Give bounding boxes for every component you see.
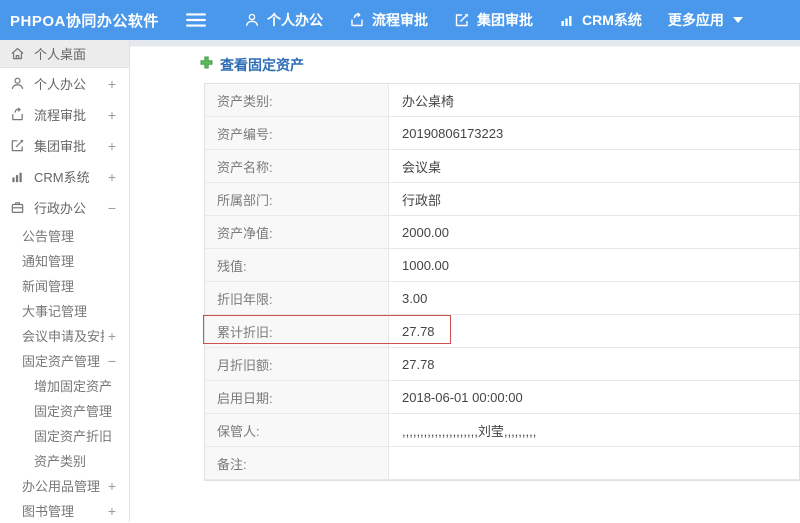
workflow-icon [349, 12, 365, 28]
field-label: 所属部门: [205, 183, 389, 215]
sidebar-item-fixed-asset-depreciation[interactable]: 固定资产折旧 [0, 423, 129, 448]
field-value: 2018-06-01 00:00:00 [402, 389, 523, 405]
field-value: 2000.00 [402, 224, 449, 240]
sidebar-item-news-mgmt[interactable]: 新闻管理 [0, 273, 129, 298]
sidebar-item-administrative-office[interactable]: 行政办公 − [0, 192, 129, 223]
field-label: 资产净值: [205, 216, 389, 248]
expand-toggle: + [107, 477, 116, 494]
chevron-down-icon [732, 17, 743, 23]
field-label: 资产编号: [205, 117, 389, 149]
field-value: ,,,,,,,,,,,,,,,,,,,,,刘莹,,,,,,,,, [402, 423, 537, 439]
asset-name-row: 资产名称: 会议桌 [205, 150, 799, 183]
nav-group-approval[interactable]: 集团审批 [454, 10, 533, 30]
nav-more-apps[interactable]: 更多应用 [668, 10, 743, 30]
bar-chart-icon [559, 12, 575, 28]
content-top-strip [130, 40, 800, 47]
sidebar-item-notice-mgmt[interactable]: 通知管理 [0, 248, 129, 273]
sidebar-item-personal-desktop[interactable]: 个人桌面 [0, 40, 129, 68]
field-value [389, 447, 799, 479]
expand-toggle: + [107, 168, 116, 185]
expand-toggle: + [107, 137, 116, 154]
nav-personal-office[interactable]: 个人办公 [244, 10, 323, 30]
department-row: 所属部门: 行政部 [205, 183, 799, 216]
field-value: 会议桌 [402, 159, 442, 175]
field-label: 保管人: [205, 414, 389, 446]
accumulated-depreciation-row: 累计折旧: 27.78 [205, 315, 799, 348]
expand-toggle: + [107, 502, 116, 519]
briefcase-icon [10, 200, 25, 215]
sidebar-item-book-mgmt[interactable]: 图书管理 + [0, 498, 129, 523]
expand-toggle: + [107, 75, 116, 92]
sidebar-item-workflow-approval[interactable]: 流程审批 + [0, 99, 129, 130]
custodian-row: 保管人: ,,,,,,,,,,,,,,,,,,,,,刘莹,,,,,,,,, [205, 414, 799, 447]
field-value: 1000.00 [402, 257, 449, 273]
app-logo: PHPOA协同办公软件 [10, 12, 159, 30]
field-value: 行政部 [402, 192, 442, 208]
green-plus-icon [200, 56, 213, 74]
main-content: 查看固定资产 资产类别: 办公桌椅 资产编号: 20190806173223 资… [130, 40, 800, 522]
remark-row: 备注: [205, 447, 799, 480]
expand-toggle: + [107, 106, 116, 123]
sidebar-item-events-mgmt[interactable]: 大事记管理 [0, 298, 129, 323]
sidebar: 个人桌面 个人办公 + 流程审批 + 集团审批 + CRM系统 + 行政办公 − [0, 40, 130, 522]
residual-value-row: 残值: 1000.00 [205, 249, 799, 282]
workflow-icon [10, 107, 25, 122]
field-value: 27.78 [402, 356, 435, 372]
field-value: 3.00 [402, 290, 428, 306]
top-nav: 个人办公 流程审批 集团审批 CRM系统 更多应用 [244, 10, 769, 30]
field-label: 折旧年限: [205, 282, 389, 314]
field-label: 启用日期: [205, 381, 389, 413]
sidebar-item-announcement-mgmt[interactable]: 公告管理 [0, 223, 129, 248]
field-label: 累计折旧: [205, 315, 389, 347]
field-label: 资产类别: [205, 84, 389, 116]
sidebar-item-asset-category[interactable]: 资产类别 [0, 448, 129, 473]
nav-workflow-approval[interactable]: 流程审批 [349, 10, 428, 30]
sidebar-item-group-approval[interactable]: 集团审批 + [0, 130, 129, 161]
person-icon [244, 12, 260, 28]
hamburger-menu-icon[interactable] [186, 12, 206, 28]
field-value: 20190806173223 [402, 125, 504, 141]
sidebar-item-office-supplies-mgmt[interactable]: 办公用品管理 + [0, 473, 129, 498]
monthly-depreciation-row: 月折旧额: 27.78 [205, 348, 799, 381]
field-value: 办公桌椅 [402, 93, 455, 109]
asset-category-row: 资产类别: 办公桌椅 [205, 84, 799, 117]
depreciation-years-row: 折旧年限: 3.00 [205, 282, 799, 315]
field-value: 27.78 [402, 323, 435, 339]
sidebar-item-personal-office[interactable]: 个人办公 + [0, 68, 129, 99]
page-title-row: 查看固定资产 [200, 55, 800, 75]
sidebar-item-add-fixed-asset[interactable]: 增加固定资产 [0, 373, 129, 398]
sidebar-item-fixed-asset-mgmt[interactable]: 固定资产管理 [0, 398, 129, 423]
bar-chart-icon [10, 169, 25, 184]
field-label: 备注: [205, 447, 389, 479]
top-header: PHPOA协同办公软件 个人办公 流程审批 集团审批 CRM系统 更多应用 [0, 0, 800, 40]
net-value-row: 资产净值: 2000.00 [205, 216, 799, 249]
collapse-toggle: − [107, 199, 116, 216]
edit-icon [454, 12, 470, 28]
field-label: 资产名称: [205, 150, 389, 182]
sidebar-item-crm-system[interactable]: CRM系统 + [0, 161, 129, 192]
asset-detail-table: 资产类别: 办公桌椅 资产编号: 20190806173223 资产名称: 会议… [203, 83, 800, 481]
home-icon [10, 46, 25, 61]
field-label: 残值: [205, 249, 389, 281]
start-date-row: 启用日期: 2018-06-01 00:00:00 [205, 381, 799, 414]
asset-code-row: 资产编号: 20190806173223 [205, 117, 799, 150]
page-title: 查看固定资产 [220, 57, 304, 73]
field-label: 月折旧额: [205, 348, 389, 380]
nav-crm-system[interactable]: CRM系统 [559, 10, 642, 30]
sidebar-item-fixed-asset-mgmt-group[interactable]: 固定资产管理 − [0, 348, 129, 373]
expand-toggle: + [107, 327, 116, 344]
person-icon [10, 76, 25, 91]
edit-icon [10, 138, 25, 153]
sidebar-item-meeting-request[interactable]: 会议申请及安排 + [0, 323, 129, 348]
collapse-toggle: − [107, 352, 116, 369]
